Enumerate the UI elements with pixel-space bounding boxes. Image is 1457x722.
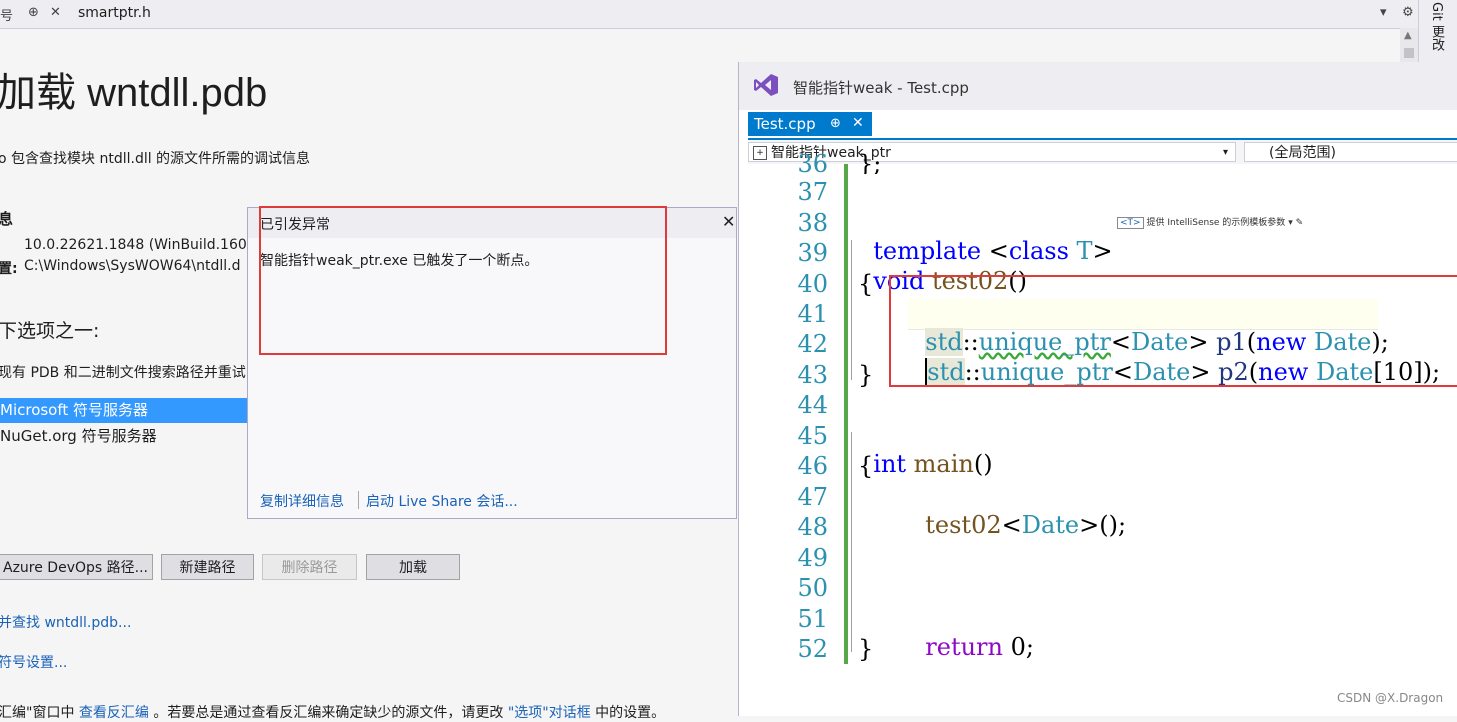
tab-label[interactable]: Test.cpp bbox=[754, 115, 816, 133]
copy-details-link[interactable]: 复制详细信息 bbox=[260, 491, 344, 511]
page-title: 加载 wntdll.pdb bbox=[0, 71, 268, 115]
pin-icon[interactable]: ⊕ bbox=[28, 5, 39, 20]
punct-token: > bbox=[1092, 237, 1113, 265]
keyword-token: int bbox=[873, 450, 907, 478]
section-label: 息 bbox=[0, 210, 14, 228]
file-tab-smartptr[interactable]: smartptr.h bbox=[78, 5, 151, 21]
git-changes-label[interactable]: Git 更改 bbox=[1427, 2, 1446, 51]
punct-token: >(); bbox=[1079, 511, 1127, 539]
line-number: 47 bbox=[797, 483, 828, 511]
scope-dropdown[interactable]: (全局范围) bbox=[1244, 142, 1457, 162]
server-item-nuget[interactable]: NuGet.org 符号服务器 bbox=[0, 424, 247, 449]
load-button[interactable]: 加载 bbox=[366, 554, 460, 580]
view-disassembly-link[interactable]: 查看反汇编 bbox=[79, 705, 149, 721]
options-dialog-link[interactable]: "选项"对话框 bbox=[508, 705, 591, 721]
location-label: 置: bbox=[0, 261, 18, 277]
type-token: T bbox=[1068, 237, 1093, 265]
line-number: 38 bbox=[797, 209, 828, 237]
change-tracking-bar bbox=[844, 164, 848, 664]
disassembly-note: 汇编"窗口中 查看反汇编 。若要总是通过查看反汇编来确定缺少的源文件，请更改 "… bbox=[0, 702, 665, 722]
delete-path-button[interactable]: 删除路径 bbox=[262, 554, 357, 580]
code-line-43: } bbox=[858, 361, 874, 389]
scope-name: (全局范围) bbox=[1269, 145, 1336, 161]
navigation-bar: + 智能指针weak_ptr ▾ (全局范围) bbox=[748, 138, 1457, 164]
disassembly-note-text-1: 汇编"窗口中 bbox=[0, 705, 75, 721]
project-icon: + bbox=[753, 146, 767, 160]
function-token: test02 bbox=[925, 511, 1002, 539]
line-number: 41 bbox=[797, 300, 828, 328]
line-number: 36 bbox=[797, 150, 828, 174]
line-number: 46 bbox=[797, 452, 828, 480]
disassembly-note-text-2: 。若要总是通过查看反汇编来确定缺少的源文件，请更改 bbox=[153, 705, 504, 721]
outline-guide bbox=[851, 240, 852, 380]
code-line-40: { bbox=[858, 270, 874, 298]
disassembly-note-text-3: 中的设置。 bbox=[595, 705, 666, 721]
document-tab-strip: 号 ⊕ ✕ smartptr.h ▾ ⚙ bbox=[0, 0, 1457, 29]
line-number: 37 bbox=[797, 178, 828, 206]
code-line-36: }; bbox=[858, 150, 882, 174]
highlight-box bbox=[259, 206, 667, 355]
watermark: CSDN @X.Dragon bbox=[1337, 691, 1444, 705]
punct-token: 0; bbox=[1002, 633, 1034, 661]
scroll-thumb[interactable] bbox=[1404, 48, 1414, 58]
line-number: 45 bbox=[797, 422, 828, 450]
punct-token: < bbox=[1001, 511, 1022, 539]
tab-fragment[interactable]: 号 bbox=[0, 5, 13, 24]
function-token: main bbox=[906, 450, 974, 478]
intellisense-hint-text: 提供 IntelliSense 的示例模板参数 bbox=[1146, 218, 1286, 228]
link-divider bbox=[358, 491, 359, 509]
punct-token: () bbox=[973, 450, 993, 478]
editor-window-title: 智能指针weak - Test.cpp bbox=[793, 79, 969, 97]
line-number: 43 bbox=[797, 361, 828, 389]
options-heading: 下选项之一: bbox=[0, 320, 100, 342]
code-line-52: } bbox=[858, 635, 874, 663]
page-subtitle: o 包含查找模块 ntdll.dll 的源文件所需的调试信息 bbox=[0, 151, 311, 167]
code-line-47: test02<Date>(); bbox=[910, 483, 1126, 539]
server-item-microsoft[interactable]: Microsoft 符号服务器 bbox=[0, 398, 247, 423]
scroll-up-icon[interactable]: ▲ bbox=[1404, 30, 1412, 41]
line-number: 49 bbox=[797, 544, 828, 572]
pin-icon[interactable]: ⊕ bbox=[830, 116, 841, 131]
keyword-token: return bbox=[925, 633, 1003, 661]
code-line-51: return 0; bbox=[910, 605, 1034, 661]
location-value: C:\Windows\SysWOW64\ntdll.d bbox=[24, 258, 241, 274]
highlight-box bbox=[889, 275, 1457, 387]
version-value: 10.0.22621.1848 (WinBuild.160 bbox=[24, 237, 247, 253]
search-paths-text: 现有 PDB 和二进制文件搜索路径并重试 bbox=[0, 365, 246, 381]
live-share-link[interactable]: 启动 Live Share 会话... bbox=[366, 491, 518, 511]
editor-window: 智能指针weak - Test.cpp Test.cpp ⊕ ✕ + 智能指针w… bbox=[738, 62, 1457, 716]
line-number: 48 bbox=[797, 513, 828, 541]
code-line-45: int main() bbox=[858, 422, 993, 478]
line-number: 40 bbox=[797, 270, 828, 298]
scrollbar[interactable]: ▲ bbox=[1400, 28, 1418, 62]
line-number: 44 bbox=[797, 391, 828, 419]
code-line-46: { bbox=[858, 452, 874, 480]
chevron-down-icon[interactable]: ▾ bbox=[1223, 143, 1228, 163]
git-changes-panel[interactable]: Git 更改 bbox=[1418, 0, 1457, 62]
outline-guide bbox=[851, 432, 852, 652]
chevron-down-icon[interactable]: ▾ bbox=[1380, 5, 1387, 20]
intellisense-hint[interactable]: <T> 提供 IntelliSense 的示例模板参数 ▾ ✎ bbox=[1117, 215, 1303, 229]
visual-studio-logo-icon bbox=[754, 74, 778, 96]
close-icon[interactable]: ✕ bbox=[50, 5, 61, 20]
close-icon[interactable]: ✕ bbox=[852, 115, 864, 131]
line-number: 50 bbox=[797, 574, 828, 602]
line-number: 42 bbox=[797, 330, 828, 358]
tab-test-cpp[interactable]: Test.cpp ⊕ ✕ bbox=[748, 112, 872, 136]
new-path-button[interactable]: 新建路径 bbox=[161, 554, 254, 580]
editor-title-bar: 智能指针weak - Test.cpp bbox=[739, 62, 1457, 110]
find-pdb-link[interactable]: 并查找 wntdll.pdb... bbox=[0, 612, 131, 632]
line-number: 39 bbox=[797, 239, 828, 267]
close-icon[interactable]: ✕ bbox=[722, 212, 735, 231]
chevron-down-icon[interactable]: ▾ ✎ bbox=[1288, 218, 1303, 228]
type-token: Date bbox=[1021, 511, 1080, 539]
gear-icon[interactable]: ⚙ bbox=[1402, 5, 1414, 20]
line-number: 52 bbox=[797, 635, 828, 663]
symbol-settings-link[interactable]: 符号设置... bbox=[0, 652, 67, 672]
template-icon: <T> bbox=[1117, 217, 1144, 229]
azure-devops-path-button[interactable]: Azure DevOps 路径... bbox=[0, 554, 153, 580]
line-number: 51 bbox=[797, 605, 828, 633]
